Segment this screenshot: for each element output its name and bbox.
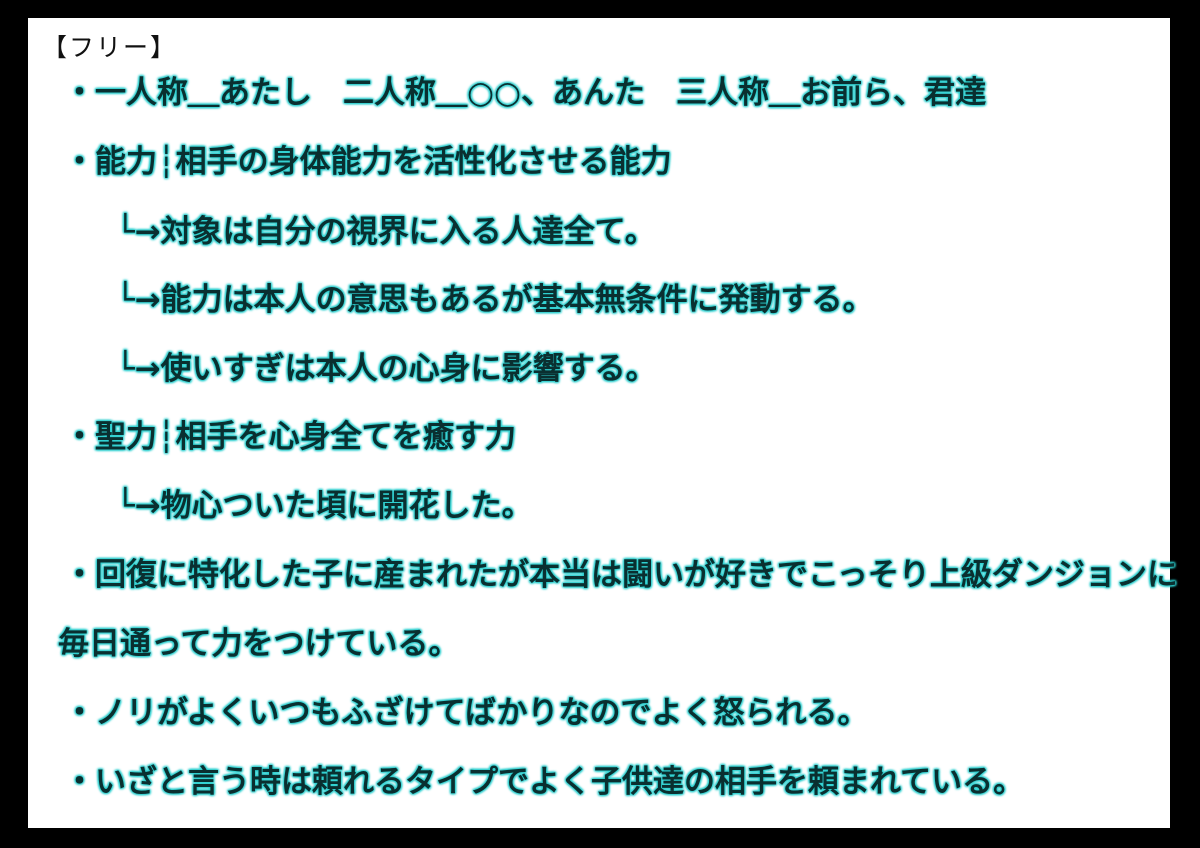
line-ability-sub-1: └→対象は自分の視界に入る人達全て。 (116, 214, 656, 250)
line-reliability: ・いざと言う時は頼れるタイプでよく子供達の相手を頼まれている。 (64, 764, 1025, 800)
line-pronouns: ・一人称＿あたし 二人称＿○○、あんた 三人称＿お前ら、君達 (64, 75, 987, 111)
line-holy-power-sub: └→物心ついた頃に開花した。 (116, 488, 533, 524)
line-ability: ・能力┆相手の身体能力を活性化させる能力 (64, 144, 672, 180)
line-background-1: ・回復に特化した子に産まれたが本当は闘いが好きでこっそり上級ダンジョンに (64, 557, 1178, 593)
line-holy-power: ・聖力┆相手を心身全てを癒す力 (64, 419, 517, 455)
line-personality: ・ノリがよくいつもふざけてばかりなのでよく怒られる。 (64, 695, 869, 731)
header-label: 【フリー】 (42, 33, 178, 62)
line-background-2: 毎日通って力をつけている。 (58, 626, 460, 662)
line-ability-sub-2: └→能力は本人の意思もあるが基本無条件に発動する。 (116, 282, 874, 318)
line-ability-sub-3: └→使いすぎは本人の心身に影響する。 (116, 351, 657, 387)
